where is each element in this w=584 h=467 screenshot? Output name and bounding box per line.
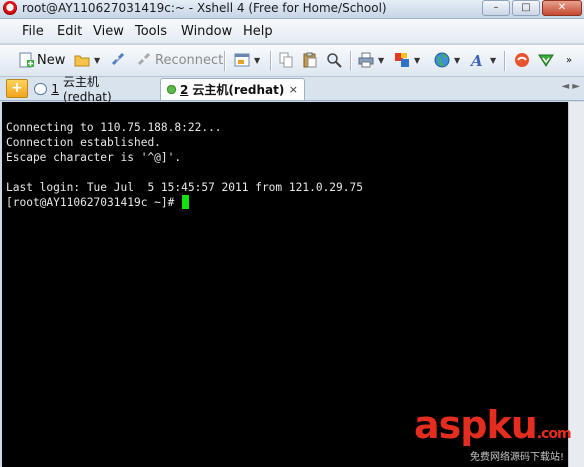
tab-number: 2 [180,82,189,97]
print-button[interactable]: ▼ [358,51,384,69]
new-label: New [37,52,66,68]
menu-tools[interactable]: Tools [135,24,167,39]
watermark-text: asp [414,403,487,447]
toolbar-separator [270,51,271,71]
folder-icon [74,52,90,68]
overflow-chevron-icon: » [566,54,573,66]
globe-icon [434,52,450,68]
tab-session-2[interactable]: 2 云主机(redhat) × [160,78,305,100]
add-tab-button[interactable]: + [6,79,28,98]
reconnect-icon [136,52,152,68]
maximize-button[interactable]: □ [512,0,540,16]
chevron-down-icon: ▼ [254,55,261,65]
terminal-output: Connecting to 110.75.188.8:22... Connecti… [6,120,363,210]
toolbar-separator [350,51,351,71]
link-icon [110,52,126,68]
properties-button[interactable]: ▼ [234,51,260,69]
copy-button[interactable] [278,51,294,69]
watermark-subtitle: 免费网络源码下载站! [470,452,565,463]
tab-number: 1 [51,81,59,96]
shell-prompt: [root@AY110627031419c ~]# [6,196,175,209]
chevron-down-icon: ▼ [94,55,101,65]
menu-file[interactable]: File [22,24,44,39]
toolbar-separator [504,51,505,71]
terminal-prompt-line: [root@AY110627031419c ~]# [6,195,363,210]
tab-scroll-arrows[interactable]: ◄ ► [561,81,580,92]
toolbar-separator [224,51,225,71]
terminal-line: Connecting to 110.75.188.8:22... [6,121,222,134]
properties-icon [234,52,250,68]
xmanager-icon [538,52,554,68]
paste-icon [302,52,318,68]
tab-session-1[interactable]: 1 云主机(redhat) [28,75,149,104]
search-icon [326,52,342,68]
xmanager-button[interactable] [538,51,554,69]
session-tab-bar: + 1 云主机(redhat) 2 云主机(redhat) × ◄ ► [0,75,584,104]
new-button[interactable]: New [18,51,65,69]
menu-view[interactable]: View [93,24,124,39]
tab-label: 云主机(redhat) [62,75,112,104]
copy-icon [278,52,294,68]
globe-button[interactable]: ▼ [434,51,460,69]
menu-window[interactable]: Window [181,24,232,39]
title-bar: root@AY110627031419c:~ - Xshell 4 (Free … [0,0,584,19]
tab-close-icon[interactable]: × [289,83,298,96]
watermark-logo: aspku.com [414,403,572,454]
chevron-down-icon: ▼ [490,55,497,65]
connect-button[interactable] [110,51,126,69]
terminal-line: Connection established. [6,136,161,149]
window-title: root@AY110627031419c:~ - Xshell 4 (Free … [22,1,387,15]
menu-edit[interactable]: Edit [57,24,82,39]
reconnect-label: Reconnect [155,52,224,68]
connected-status-icon [167,85,176,94]
font-button[interactable]: A ▼ [469,51,497,70]
tab-label: 云主机(redhat) [192,83,285,97]
chevron-down-icon: ▼ [378,55,385,65]
transfer-icon [394,52,410,68]
transfer-button[interactable]: ▼ [394,51,420,69]
terminal-line: Escape character is '^@]'. [6,151,182,164]
xshell-app-icon[interactable] [3,1,17,15]
xftp-button[interactable] [514,51,530,69]
menu-bar: File Edit View Tools Window Help [0,19,584,43]
find-button[interactable] [326,51,342,69]
terminal-cursor [182,195,190,209]
menu-help[interactable]: Help [243,24,273,39]
printer-icon [358,52,374,68]
open-button[interactable]: ▼ [74,51,100,69]
font-icon: A [469,52,486,70]
window-controls: – □ ✕ [482,0,582,16]
svg-text:A: A [470,52,483,68]
chevron-down-icon: ▼ [454,55,461,65]
toolbar-overflow[interactable]: » [566,51,572,69]
chevron-down-icon: ▼ [414,55,421,65]
session-icon [34,82,48,95]
close-button[interactable]: ✕ [542,0,582,16]
paste-button[interactable] [302,51,318,69]
new-session-icon [18,52,34,68]
xftp-icon [514,52,530,68]
terminal-line: Last login: Tue Jul 5 15:45:57 2011 from… [6,181,363,194]
watermark-accent: ku [486,403,537,447]
reconnect-button[interactable]: Reconnect [136,51,223,69]
minimize-button[interactable]: – [482,0,510,16]
watermark-domain: .com [536,426,572,442]
